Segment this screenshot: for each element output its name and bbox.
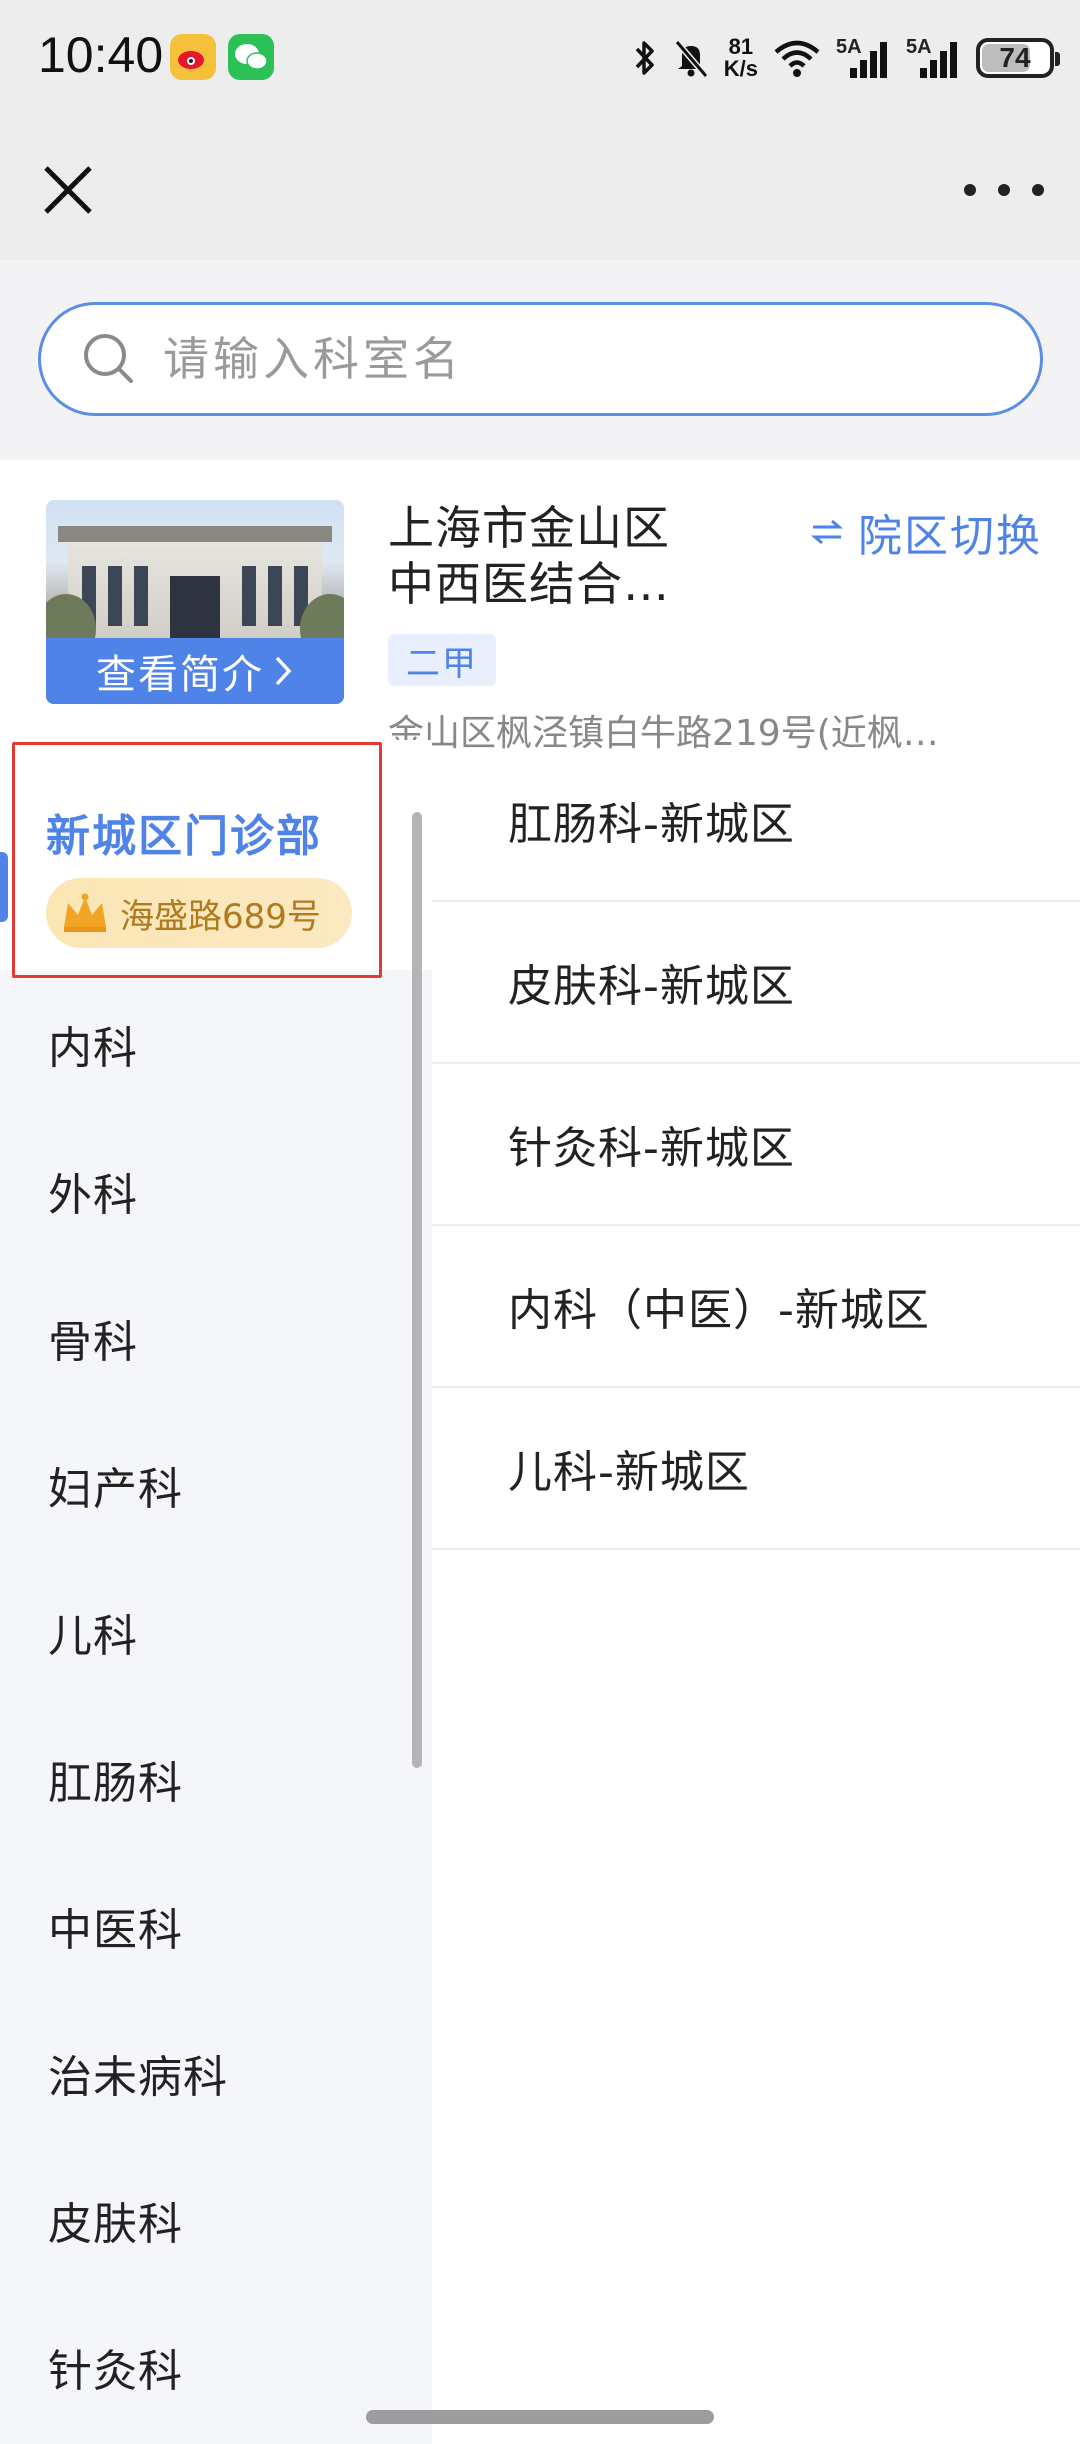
battery-icon: 74 xyxy=(976,38,1060,78)
close-button[interactable] xyxy=(38,160,98,220)
net-speed: 81 K/s xyxy=(724,36,758,80)
department-item[interactable]: 外科 xyxy=(0,1117,432,1264)
signal-icon xyxy=(850,42,887,78)
more-button[interactable] xyxy=(964,172,1044,208)
department-item[interactable]: 妇产科 xyxy=(0,1411,432,1558)
department-item[interactable]: 儿科 xyxy=(0,1558,432,1705)
sub-department-item[interactable]: 针灸科-新城区 xyxy=(432,1064,1080,1226)
chevron-right-icon xyxy=(275,656,292,686)
search-box[interactable] xyxy=(38,302,1043,416)
signal-1: 5A xyxy=(836,36,892,80)
department-item[interactable]: 中医科 xyxy=(0,1852,432,1999)
department-item[interactable]: 骨科 xyxy=(0,1264,432,1411)
status-bar: 10:40 81 K/s 5A 5A 74 xyxy=(0,0,1080,120)
sub-department-item[interactable]: 皮肤科-新城区 xyxy=(432,902,1080,1064)
more-icon xyxy=(964,184,976,196)
search-area xyxy=(0,260,1080,460)
hospital-name-line2: 中西医结合… xyxy=(388,557,670,611)
active-marker xyxy=(0,852,8,922)
wechat-icon xyxy=(228,34,274,80)
department-item[interactable]: 内科 xyxy=(0,970,432,1117)
bluetooth-icon xyxy=(635,41,654,75)
hospital-name: 上海市金山区 中西医结合… xyxy=(388,500,768,612)
campus-switch-label: 院区切换 xyxy=(858,511,1042,562)
net-speed-value: 81 xyxy=(728,34,754,59)
wifi-icon xyxy=(774,40,820,77)
hospital-name-line1: 上海市金山区 xyxy=(388,501,670,555)
mute-icon xyxy=(674,40,709,78)
status-indicators: 81 K/s 5A 5A 74 xyxy=(632,28,1060,88)
sub-department-item[interactable]: 内科（中医）-新城区 xyxy=(432,1226,1080,1388)
status-time: 10:40 xyxy=(38,27,164,83)
signal-icon xyxy=(920,42,957,78)
selection-highlight xyxy=(12,742,382,978)
department-sidebar: 新城区门诊部 海盛路689号 内科 外科 骨科 妇产科 儿科 肛肠科 中医科 治… xyxy=(0,740,432,2444)
sub-department-list: 肛肠科-新城区 皮肤科-新城区 针灸科-新城区 内科（中医）-新城区 儿科-新城… xyxy=(432,740,1080,1550)
building-image xyxy=(58,526,332,646)
hospital-card: 查看简介 上海市金山区 中西医结合… 院区切换 二甲 金山区枫泾镇白牛路219号… xyxy=(0,460,1080,760)
department-item[interactable]: 皮肤科 xyxy=(0,2146,432,2293)
battery-level: 74 xyxy=(999,42,1031,73)
department-item[interactable]: 治未病科 xyxy=(0,1999,432,2146)
weibo-icon xyxy=(170,34,216,80)
department-list: 内科 外科 骨科 妇产科 儿科 肛肠科 中医科 治未病科 皮肤科 针灸科 xyxy=(0,970,432,2440)
title-bar xyxy=(0,120,1080,260)
search-icon xyxy=(84,334,133,383)
sub-department-item[interactable]: 儿科-新城区 xyxy=(432,1388,1080,1550)
signal-2: 5A xyxy=(906,36,962,80)
grade-badge: 二甲 xyxy=(388,634,496,686)
view-intro-button[interactable]: 查看简介 xyxy=(46,638,344,704)
sidebar-scrollbar[interactable] xyxy=(412,812,422,1768)
home-indicator[interactable] xyxy=(366,2410,714,2424)
department-item[interactable]: 肛肠科 xyxy=(0,1705,432,1852)
close-icon xyxy=(44,166,92,214)
hospital-photo[interactable]: 查看简介 xyxy=(46,500,344,704)
search-input[interactable] xyxy=(163,332,963,386)
net-speed-unit: K/s xyxy=(723,56,758,81)
sub-department-item[interactable]: 肛肠科-新城区 xyxy=(432,740,1080,902)
switch-icon xyxy=(810,519,844,545)
campus-switch-button[interactable]: 院区切换 xyxy=(810,500,1042,564)
view-intro-label: 查看简介 xyxy=(96,652,264,698)
